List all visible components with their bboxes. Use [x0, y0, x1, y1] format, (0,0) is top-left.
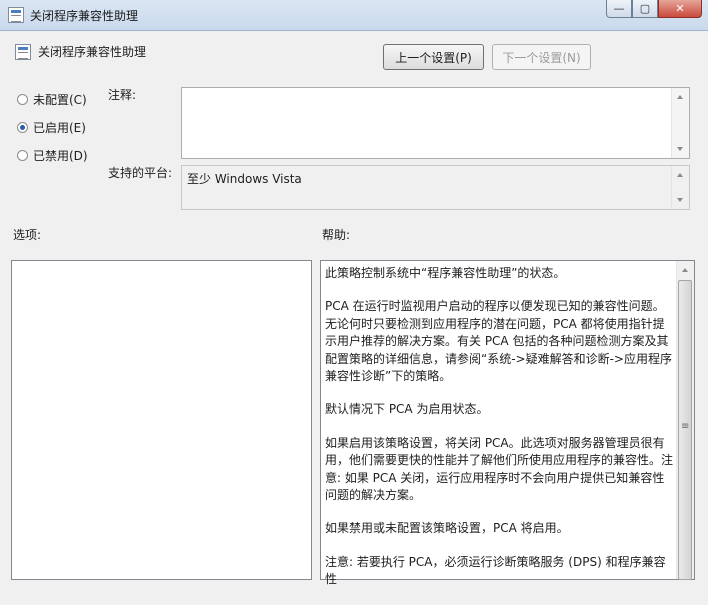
radio-not-configured[interactable]: 未配置(C)	[17, 91, 87, 108]
comment-textarea[interactable]	[181, 87, 690, 159]
radio-disabled[interactable]: 已禁用(D)	[17, 147, 88, 164]
radio-enabled[interactable]: 已启用(E)	[17, 119, 86, 136]
setting-title: 关闭程序兼容性助理	[38, 45, 147, 59]
options-pane	[11, 260, 312, 580]
minimize-button[interactable]: —	[606, 0, 632, 18]
close-button[interactable]: ✕	[658, 0, 702, 18]
scroll-up-icon[interactable]	[682, 268, 688, 272]
help-text: 此策略控制系统中“程序兼容性助理”的状态。 PCA 在运行时监视用户启动的程序以…	[325, 265, 673, 605]
window-controls: — ▢ ✕	[606, 0, 702, 20]
scroll-up-icon[interactable]	[677, 173, 683, 177]
radio-button-icon[interactable]	[17, 94, 28, 105]
help-pane: 此策略控制系统中“程序兼容性助理”的状态。 PCA 在运行时监视用户启动的程序以…	[320, 260, 695, 586]
supported-platform-value: 至少 Windows Vista	[187, 172, 302, 186]
scroll-up-icon[interactable]	[677, 95, 683, 99]
platform-scrollbar[interactable]	[671, 166, 689, 209]
supported-platform-field: 至少 Windows Vista	[181, 165, 690, 210]
scrollbar-thumb[interactable]	[678, 280, 692, 580]
options-label: 选项:	[13, 228, 42, 242]
scroll-down-icon[interactable]	[677, 198, 683, 202]
radio-button-selected-icon[interactable]	[17, 122, 28, 133]
radio-label: 已启用(E)	[33, 121, 86, 135]
next-setting-button[interactable]: 下一个设置(N)	[492, 44, 591, 70]
help-scrollbar[interactable]	[676, 261, 694, 580]
previous-setting-button[interactable]: 上一个设置(P)	[383, 44, 484, 70]
radio-button-icon[interactable]	[17, 150, 28, 161]
policy-window-icon	[8, 7, 24, 23]
help-paragraph: 注意: 若要执行 PCA，必须运行诊断策略服务 (DPS) 和程序兼容性	[325, 554, 666, 587]
comment-scrollbar[interactable]	[671, 88, 689, 158]
scroll-down-icon[interactable]	[677, 147, 683, 151]
help-paragraph: 此策略控制系统中“程序兼容性助理”的状态。	[325, 266, 566, 280]
radio-label: 已禁用(D)	[33, 149, 88, 163]
window-title: 关闭程序兼容性助理	[30, 9, 139, 23]
radio-label: 未配置(C)	[33, 93, 87, 107]
help-paragraph: 默认情况下 PCA 为启用状态。	[325, 402, 489, 417]
maximize-button[interactable]: ▢	[632, 0, 658, 18]
comment-label: 注释:	[108, 88, 137, 102]
help-paragraph: 如果启用该策略设置，将关闭 PCA。此选项对服务器管理员很有用，他们需要更快的性…	[325, 435, 674, 503]
title-bar: 关闭程序兼容性助理 — ▢ ✕	[0, 0, 708, 31]
help-label: 帮助:	[322, 228, 351, 242]
policy-setting-icon	[15, 44, 31, 60]
supported-platform-label: 支持的平台:	[108, 166, 173, 180]
help-paragraph: 如果禁用或未配置该策略设置，PCA 将启用。	[325, 521, 569, 536]
help-paragraph: PCA 在运行时监视用户启动的程序以便发现已知的兼容性问题。无论何时只要检测到应…	[325, 299, 672, 384]
